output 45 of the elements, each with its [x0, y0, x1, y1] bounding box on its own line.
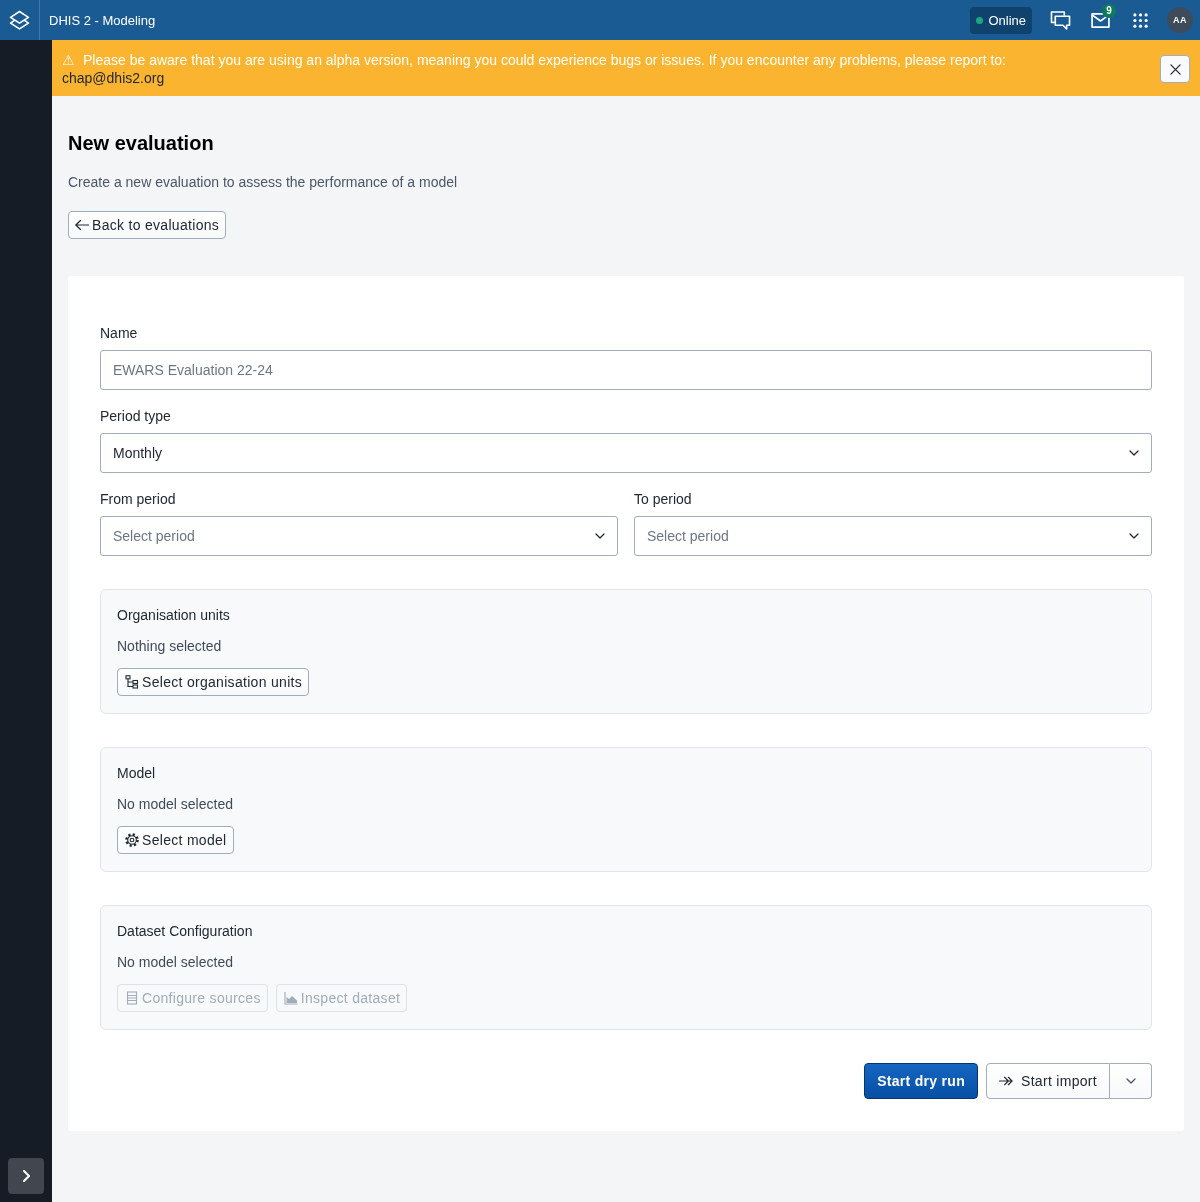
- selection-status: Nothing selected: [117, 637, 223, 655]
- chat-icon[interactable]: [1049, 10, 1071, 30]
- list-icon: [125, 991, 139, 1005]
- section-title: Organisation units: [117, 606, 231, 624]
- import-button[interactable]: Start import: [986, 1063, 1110, 1099]
- message-count-badge: 9: [1102, 4, 1116, 18]
- user-avatar[interactable]: AA: [1167, 7, 1193, 33]
- app-title: DHIS 2 - Modeling: [49, 12, 156, 28]
- selection-status: No model selected: [117, 953, 234, 971]
- field-label: From period: [100, 490, 177, 508]
- section-title: Model: [117, 764, 157, 782]
- arrow-left-icon: [75, 220, 89, 230]
- layers-logo-icon[interactable]: [9, 9, 30, 31]
- section-title: Dataset Configuration: [117, 922, 254, 940]
- select-field[interactable]: Select period: [100, 516, 618, 556]
- selection-status: No model selected: [117, 795, 234, 813]
- chevron-right-icon: [22, 1170, 30, 1182]
- dry-run-button[interactable]: Start dry run: [864, 1063, 979, 1099]
- double-arrow-icon: [999, 1076, 1014, 1086]
- apps-grid-icon[interactable]: [1132, 12, 1148, 28]
- select-field[interactable]: Monthly: [100, 433, 1152, 473]
- gear-icon: [125, 833, 139, 847]
- chevron-down-icon: [595, 533, 605, 539]
- field-label: Period type: [100, 407, 172, 425]
- text-input[interactable]: EWARS Evaluation 22-24: [100, 350, 1152, 390]
- field-label: To period: [634, 490, 693, 508]
- chevron-down-icon: [1129, 450, 1139, 456]
- mail-icon[interactable]: [1090, 12, 1110, 28]
- email-link[interactable]: chap@dhis2.org: [62, 70, 165, 86]
- select-model-button[interactable]: Select model: [117, 826, 234, 854]
- close-icon: [1169, 63, 1181, 75]
- org-units-button[interactable]: Select organisation units: [117, 668, 310, 696]
- close-button[interactable]: [1160, 55, 1190, 83]
- sidebar-toggle-button[interactable]: [8, 1158, 44, 1194]
- select-field[interactable]: Select period: [634, 516, 1152, 556]
- back-button[interactable]: Back to evaluations: [68, 211, 227, 239]
- alert-message: ⚠ Please be aware that you are using an alpha version, meaning you could experience bugs or issues. If you encounter any problems, please report to: chap@dhis2.org: [62, 51, 1007, 87]
- status-label: Online: [988, 12, 1026, 28]
- chevron-down-icon: [1129, 533, 1139, 539]
- tree-icon: [125, 675, 139, 689]
- area-chart-icon: [283, 991, 298, 1005]
- page-description: Create a new evaluation to assess the performance of a model: [68, 173, 459, 192]
- field-label: Name: [100, 324, 139, 342]
- chevron-down-icon: [1125, 1078, 1136, 1084]
- page-title: New evaluation: [68, 131, 215, 155]
